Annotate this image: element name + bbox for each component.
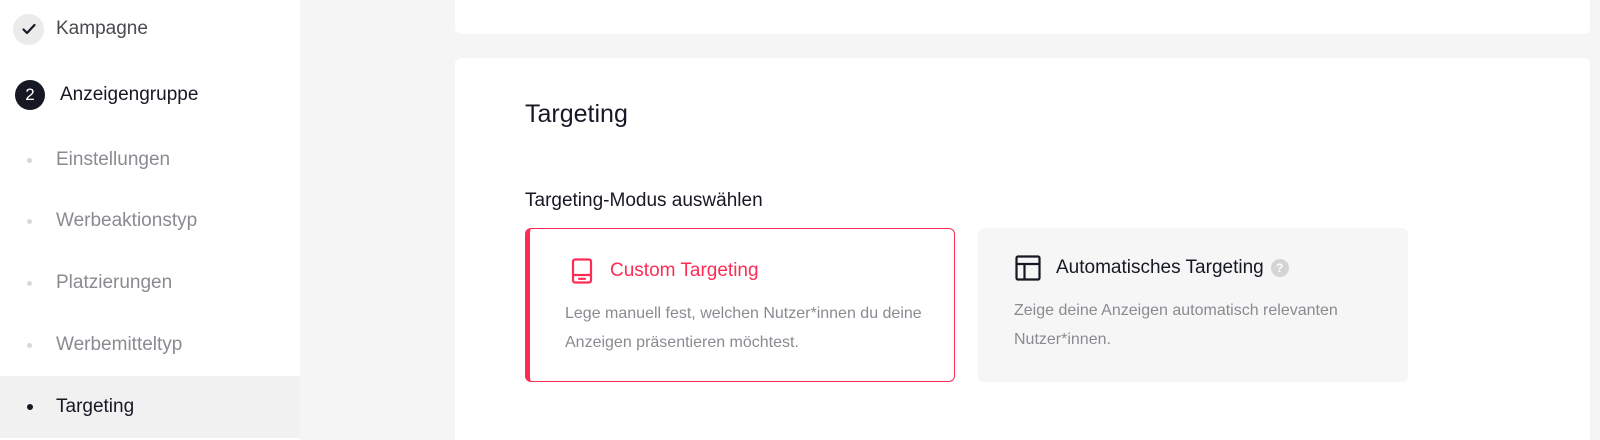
tablet-icon <box>568 257 596 285</box>
bullet-icon <box>27 342 32 348</box>
option-header: Automatisches Targeting ? <box>1014 254 1289 282</box>
sidebar-item-label: Einstellungen <box>56 149 171 170</box>
sidebar-item-platzierungen[interactable]: Platzierungen <box>0 252 300 314</box>
targeting-card: Targeting Targeting-Modus auswählen Cust… <box>455 58 1590 440</box>
targeting-mode-label: Targeting-Modus auswählen <box>525 190 763 211</box>
sidebar-item-einstellungen[interactable]: Einstellungen <box>0 129 300 191</box>
step-number-badge: 2 <box>15 80 45 110</box>
option-header: Custom Targeting <box>568 257 759 285</box>
sidebar-item-label: Werbemitteltyp <box>56 334 183 355</box>
bullet-icon <box>27 280 32 286</box>
option-title: Custom Targeting <box>610 260 759 281</box>
option-title: Automatisches Targeting <box>1056 257 1264 278</box>
bullet-icon <box>27 218 32 224</box>
layout-icon <box>1014 254 1042 282</box>
sidebar-item-label: Targeting <box>56 396 135 417</box>
help-icon[interactable]: ? <box>1270 259 1289 277</box>
option-description: Zeige deine Anzeigen automatisch relevan… <box>1014 302 1338 348</box>
step-adgroup[interactable]: 2 Anzeigengruppe <box>0 76 300 114</box>
sidebar-item-targeting[interactable]: Targeting <box>0 376 300 438</box>
bullet-icon <box>27 157 32 163</box>
sidebar-item-werbeaktionstyp[interactable]: Werbeaktionstyp <box>0 190 300 252</box>
sidebar: Kampagne 2 Anzeigengruppe Einstellungen … <box>0 0 300 440</box>
sidebar-item-label: Werbeaktionstyp <box>56 210 198 231</box>
bullet-icon <box>27 404 33 410</box>
step-adgroup-label: Anzeigengruppe <box>60 84 199 105</box>
check-icon <box>13 13 44 45</box>
option-description: Lege manuell fest, welchen Nutzer*innen … <box>565 305 922 351</box>
step-campaign-label: Kampagne <box>56 18 148 39</box>
sidebar-item-label: Platzierungen <box>56 272 173 293</box>
step-campaign[interactable]: Kampagne <box>0 10 300 48</box>
custom-targeting-option[interactable]: Custom Targeting Lege manuell fest, welc… <box>525 228 955 382</box>
automatic-targeting-option[interactable]: Automatisches Targeting ? Zeige deine An… <box>978 228 1408 382</box>
section-title: Targeting <box>525 100 628 128</box>
sidebar-item-werbemitteltyp[interactable]: Werbemitteltyp <box>0 314 300 376</box>
previous-section-card <box>455 0 1590 34</box>
